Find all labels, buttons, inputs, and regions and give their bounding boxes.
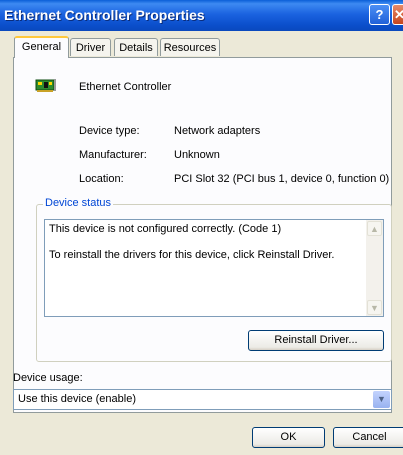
network-card-icon <box>35 78 57 94</box>
scroll-up-icon[interactable]: ▲ <box>367 221 382 236</box>
chevron-down-icon[interactable]: ▼ <box>373 391 390 408</box>
window-title: Ethernet Controller Properties <box>4 7 205 23</box>
close-button[interactable]: ✕ <box>392 4 403 25</box>
tab-resources[interactable]: Resources <box>160 38 220 56</box>
manufacturer-label: Manufacturer: <box>79 149 147 161</box>
title-bar[interactable]: Ethernet Controller Properties ? ✕ <box>0 0 403 31</box>
device-status-textbox[interactable]: This device is not configured correctly.… <box>44 219 384 317</box>
tab-general[interactable]: General <box>14 36 69 58</box>
device-type-value: Network adapters <box>174 125 261 137</box>
device-name: Ethernet Controller <box>79 81 172 93</box>
cancel-button[interactable]: Cancel <box>333 427 403 448</box>
device-type-label: Device type: <box>79 125 140 137</box>
tab-driver[interactable]: Driver <box>70 38 111 56</box>
device-status-label: Device status <box>43 197 114 209</box>
vertical-scrollbar[interactable]: ▲ ▼ <box>366 220 383 316</box>
status-message-line-1: This device is not configured correctly.… <box>49 223 282 235</box>
device-usage-value: Use this device (enable) <box>18 393 137 405</box>
location-value: PCI Slot 32 (PCI bus 1, device 0, functi… <box>174 173 390 185</box>
manufacturer-value: Unknown <box>174 149 220 161</box>
help-button[interactable]: ? <box>369 4 390 25</box>
tab-details[interactable]: Details <box>114 38 158 56</box>
scroll-down-icon[interactable]: ▼ <box>367 300 382 315</box>
reinstall-driver-button[interactable]: Reinstall Driver... <box>248 330 384 351</box>
device-usage-dropdown[interactable]: Use this device (enable) ▼ <box>13 389 392 410</box>
device-usage-label: Device usage: <box>13 372 83 384</box>
ok-button[interactable]: OK <box>252 427 325 448</box>
location-label: Location: <box>79 173 124 185</box>
status-message-line-2: To reinstall the drivers for this device… <box>49 249 335 261</box>
